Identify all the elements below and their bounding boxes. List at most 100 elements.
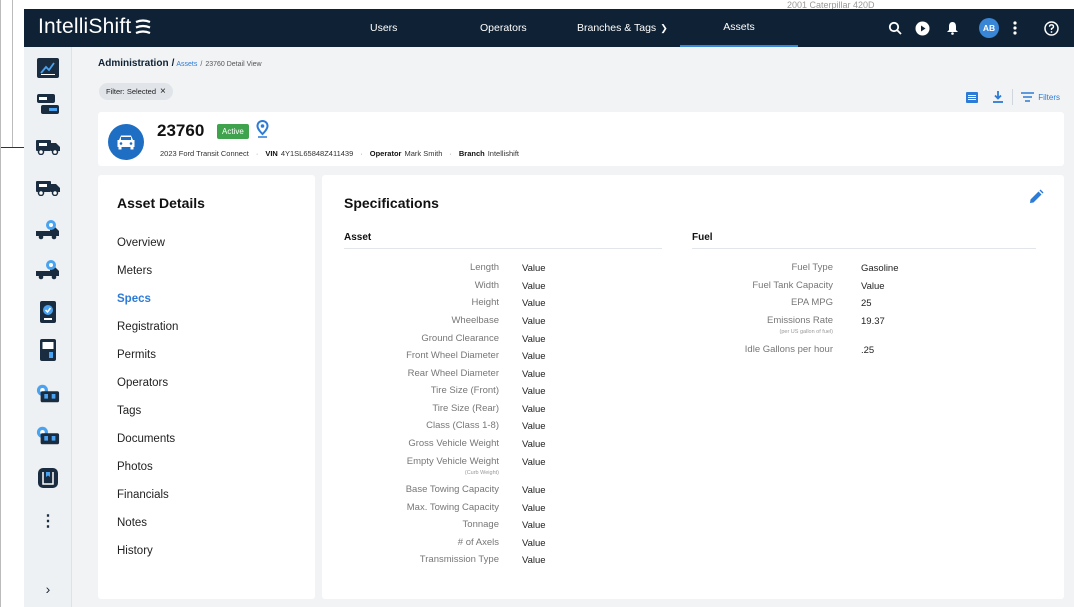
gear-truck-icon[interactable] (36, 425, 60, 447)
asset-spec-label-text: Base Towing Capacity (405, 484, 499, 495)
asset-spec-label: Empty Vehicle Weight (Curb Weight) (407, 457, 499, 478)
help-icon[interactable] (1042, 19, 1060, 37)
filter-icon[interactable] (1021, 92, 1035, 102)
details-nav-tags[interactable]: Tags (117, 405, 141, 417)
asset-spec-label-text: Tonnage (462, 519, 499, 530)
more-vertical-icon[interactable]: ⋮ (36, 511, 60, 531)
download-icon[interactable] (992, 91, 1004, 103)
nav-users-label: Users (370, 22, 398, 34)
toolbar-divider (1012, 89, 1014, 105)
location-pin-icon[interactable] (256, 120, 269, 138)
asset-spec-value: Value (522, 538, 546, 549)
user-avatar[interactable]: AB (979, 18, 999, 38)
asset-spec-label-text: Height (471, 297, 499, 308)
fuel-spec-value: .25 (861, 345, 875, 356)
asset-spec-label: Wheelbase (451, 316, 499, 326)
details-nav-financials[interactable]: Financials (117, 489, 169, 501)
gear-truck-icon[interactable] (36, 383, 60, 405)
asset-spec-label-text: Class (Class 1-8) (426, 420, 499, 431)
vin-value: 4Y1SL65848Z411439 (280, 149, 354, 158)
dashboard-icon[interactable] (36, 57, 60, 79)
details-nav-history[interactable]: History (117, 545, 153, 557)
fuel-spec-label-text: EPA MPG (790, 297, 833, 308)
fuel-spec-value: 25 (861, 298, 872, 309)
book-icon[interactable] (36, 467, 60, 489)
edit-icon[interactable] (1028, 189, 1044, 205)
branch-label: Branch (458, 149, 485, 158)
details-nav-notes[interactable]: Notes (117, 517, 147, 529)
fuel-spec-value: Value (861, 281, 885, 292)
asset-spec-value: Value (522, 263, 546, 274)
filter-chip[interactable]: Filter: Selected × (99, 83, 173, 100)
breadcrumb-separator: / (171, 58, 175, 69)
details-nav-overview[interactable]: Overview (117, 237, 165, 249)
asset-spec-value: Value (522, 439, 546, 450)
asset-spec-label: Rear Wheel Diameter (408, 369, 499, 379)
terminal-icon[interactable] (36, 339, 60, 361)
status-badge: Active (217, 124, 249, 139)
filters-button[interactable]: Filters (1038, 93, 1060, 102)
breadcrumb-assets-link[interactable]: Assets (176, 61, 197, 68)
fuel-spec-label-text: Idle Gallons per hour (744, 344, 833, 355)
truck-icon[interactable] (36, 135, 60, 157)
bell-icon[interactable] (943, 19, 961, 37)
asset-spec-label: Ground Clearance (421, 334, 499, 344)
fuel-spec-label: EPA MPG (791, 298, 833, 308)
nav-branches-tags[interactable]: Branches & Tags ❯ (577, 9, 668, 47)
details-nav-permits[interactable]: Permits (117, 349, 156, 361)
nav-assets[interactable]: Assets (680, 9, 798, 47)
fuel-section-heading: Fuel (692, 232, 1036, 249)
car-icon (108, 124, 144, 160)
asset-spec-value: Value (522, 281, 546, 292)
top-navbar: IntelliShift Users Operators Branches & … (24, 9, 1074, 47)
brand-name: IntelliShift (38, 15, 132, 38)
nav-users[interactable]: Users (370, 9, 397, 47)
asset-spec-label-text: # of Axels (457, 537, 499, 548)
asset-spec-value: Value (522, 298, 546, 309)
table-view-icon[interactable] (966, 91, 979, 103)
asset-spec-label-text: Width (474, 280, 499, 291)
asset-spec-label-text: Max. Towing Capacity (406, 502, 499, 513)
asset-header: 23760 Active 2023 Ford Transit Connect ·… (98, 112, 1064, 166)
asset-spec-label-text: Wheelbase (451, 315, 499, 326)
asset-spec-label: Gross Vehicle Weight (408, 439, 499, 449)
asset-section-heading: Asset (344, 232, 662, 249)
meta-separator: · (255, 149, 259, 158)
meta-separator: · (360, 149, 363, 158)
main-content: Administration / Assets / 23760 Detail V… (72, 47, 1074, 607)
asset-spec-label-text: Ground Clearance (421, 333, 499, 344)
details-nav-registration[interactable]: Registration (117, 321, 178, 333)
details-nav-operators[interactable]: Operators (117, 377, 168, 389)
details-nav-documents[interactable]: Documents (117, 433, 175, 445)
asset-spec-label: Transmission Type (420, 555, 499, 565)
branch-value: Intellishift (487, 149, 519, 158)
meta-separator: · (449, 149, 452, 158)
asset-spec-value: Value (522, 520, 546, 531)
asset-spec-value: Value (522, 316, 546, 327)
route-icon[interactable] (36, 93, 60, 115)
fuel-spec-label: Emissions Rate (per US gallon of fuel) (767, 316, 833, 337)
details-nav-photos[interactable]: Photos (117, 461, 153, 473)
play-icon[interactable] (913, 19, 931, 37)
expand-sidebar-icon[interactable]: › (36, 581, 60, 597)
background-divider (0, 147, 24, 148)
details-nav-meters[interactable]: Meters (117, 265, 152, 277)
truck-settings-icon[interactable] (36, 259, 60, 281)
brand-logo[interactable]: IntelliShift (38, 15, 152, 39)
asset-spec-label: Base Towing Capacity (406, 485, 499, 495)
search-icon[interactable] (886, 19, 904, 37)
asset-spec-label-text: Gross Vehicle Weight (408, 438, 499, 449)
asset-spec-value: Value (522, 369, 546, 380)
nav-branches-tags-label: Branches & Tags (577, 22, 657, 34)
truck-icon[interactable] (36, 176, 60, 198)
asset-spec-value: Value (522, 351, 546, 362)
truck-settings-icon[interactable] (36, 219, 60, 241)
nav-assets-label: Assets (723, 21, 755, 33)
device-icon[interactable] (36, 301, 60, 323)
details-nav-specs[interactable]: Specs (117, 293, 151, 305)
fuel-spec-label: Fuel Type (791, 263, 833, 273)
nav-operators[interactable]: Operators (480, 9, 527, 47)
more-vertical-icon[interactable] (1006, 19, 1024, 37)
asset-spec-label: Front Wheel Diameter (406, 351, 499, 361)
close-icon[interactable]: × (160, 86, 166, 97)
